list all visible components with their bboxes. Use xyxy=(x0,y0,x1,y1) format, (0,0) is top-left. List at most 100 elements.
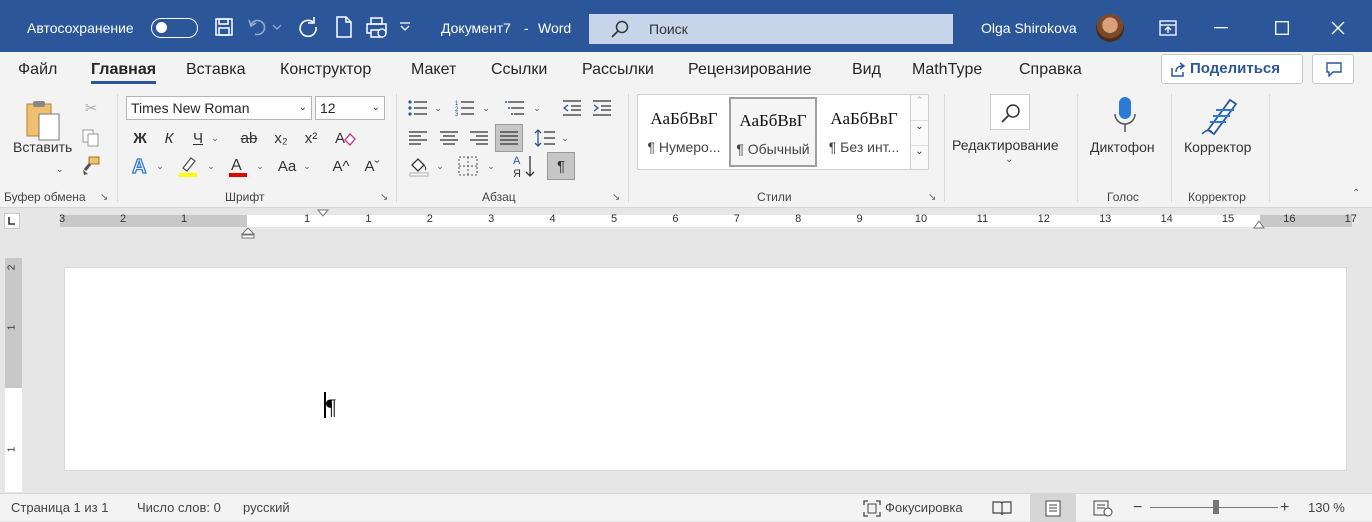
maximize-icon[interactable] xyxy=(1267,14,1297,42)
styles-more-icon[interactable]: ⌄ xyxy=(911,145,928,169)
sort-icon[interactable]: АЯ xyxy=(510,152,538,180)
bullets-icon[interactable] xyxy=(406,96,430,120)
text-effects-dropdown-icon[interactable]: ⌄ xyxy=(153,154,165,178)
multilevel-dropdown-icon[interactable]: ⌄ xyxy=(530,96,542,120)
tab-design[interactable]: Конструктор xyxy=(280,52,371,88)
align-center-icon[interactable] xyxy=(437,126,461,150)
word-count[interactable]: Число слов: 0 xyxy=(137,494,221,522)
line-spacing-icon[interactable] xyxy=(533,126,557,150)
print-layout-button[interactable] xyxy=(1030,494,1076,522)
show-formatting-button[interactable]: ¶ xyxy=(547,152,575,180)
shading-dropdown-icon[interactable]: ⌄ xyxy=(433,154,445,178)
comments-button[interactable] xyxy=(1312,54,1354,84)
undo-icon[interactable] xyxy=(247,16,269,38)
strikethrough-button[interactable]: ab xyxy=(237,126,261,150)
shrink-font-button[interactable]: Aˇ xyxy=(360,154,384,178)
tab-view[interactable]: Вид xyxy=(852,52,881,88)
italic-button[interactable]: К xyxy=(158,126,180,150)
redo-icon[interactable] xyxy=(297,16,319,38)
language-status[interactable]: русский xyxy=(243,494,290,522)
underline-dropdown-icon[interactable]: ⌄ xyxy=(208,126,220,150)
justify-icon[interactable] xyxy=(495,124,523,152)
read-mode-icon[interactable] xyxy=(992,500,1012,516)
underline-button[interactable]: Ч xyxy=(187,126,209,150)
vertical-scrollbar[interactable] xyxy=(1362,238,1372,493)
minimize-icon[interactable] xyxy=(1206,14,1236,42)
styles-launcher-icon[interactable]: ↘ xyxy=(928,192,936,203)
align-left-icon[interactable] xyxy=(406,126,430,150)
font-color-icon[interactable]: A xyxy=(225,154,251,178)
style-normal[interactable]: АаБбВвГ ¶ Обычный xyxy=(729,97,817,167)
subscript-button[interactable]: x₂ xyxy=(270,126,292,150)
tab-mailings[interactable]: Рассылки xyxy=(582,52,654,88)
clear-formatting-icon[interactable]: A xyxy=(333,126,357,150)
increase-indent-icon[interactable] xyxy=(590,96,614,120)
document-page[interactable]: ¶ xyxy=(64,267,1347,471)
numbering-icon[interactable]: 123 xyxy=(453,96,477,120)
paste-dropdown-icon[interactable]: ⌄ xyxy=(56,164,64,175)
avatar[interactable] xyxy=(1096,14,1124,42)
editor-label[interactable]: Корректор xyxy=(1184,139,1251,155)
indent-marker-icon[interactable] xyxy=(240,209,256,239)
copy-icon[interactable] xyxy=(80,126,102,150)
editing-label[interactable]: Редактирование xyxy=(952,137,1059,153)
format-painter-icon[interactable] xyxy=(80,154,102,178)
tab-insert[interactable]: Вставка xyxy=(186,52,245,88)
focus-icon[interactable] xyxy=(863,500,881,517)
zoom-out-icon[interactable]: − xyxy=(1133,494,1142,522)
font-launcher-icon[interactable]: ↘ xyxy=(380,192,388,203)
borders-dropdown-icon[interactable]: ⌄ xyxy=(484,154,496,178)
zoom-level[interactable]: 130 % xyxy=(1308,494,1345,522)
customize-toolbar-icon[interactable] xyxy=(398,16,412,38)
highlight-icon[interactable] xyxy=(175,154,201,178)
page-count[interactable]: Страница 1 из 1 xyxy=(11,494,108,522)
collapse-ribbon-icon[interactable]: ⌃ xyxy=(1352,188,1360,199)
style-numbered[interactable]: АаБбВвГ ¶ Нумеро... xyxy=(640,97,728,167)
dictate-label[interactable]: Диктофон xyxy=(1090,139,1155,155)
first-line-indent-icon[interactable] xyxy=(317,209,329,219)
autosave-toggle[interactable] xyxy=(151,18,198,38)
grow-font-button[interactable]: A^ xyxy=(329,154,353,178)
tab-references[interactable]: Ссылки xyxy=(491,52,547,88)
cut-icon[interactable]: ✂ xyxy=(80,96,102,120)
new-document-icon[interactable] xyxy=(333,16,355,38)
decrease-indent-icon[interactable] xyxy=(560,96,584,120)
tab-help[interactable]: Справка xyxy=(1019,52,1082,88)
clipboard-launcher-icon[interactable]: ↘ xyxy=(100,192,108,203)
bold-button[interactable]: Ж xyxy=(129,126,151,150)
share-button[interactable]: Поделиться xyxy=(1161,54,1303,84)
highlight-dropdown-icon[interactable]: ⌄ xyxy=(204,154,216,178)
user-name[interactable]: Olga Shirokova xyxy=(981,0,1077,52)
close-icon[interactable] xyxy=(1323,14,1353,42)
line-spacing-dropdown-icon[interactable]: ⌄ xyxy=(558,126,570,150)
print-preview-icon[interactable] xyxy=(366,16,388,38)
font-name-combo[interactable]: Times New Roman ⌄ xyxy=(126,96,312,120)
multilevel-list-icon[interactable] xyxy=(503,96,527,120)
tab-home[interactable]: Главная xyxy=(91,52,157,88)
paragraph-launcher-icon[interactable]: ↘ xyxy=(612,192,620,203)
web-layout-icon[interactable] xyxy=(1093,500,1113,517)
superscript-button[interactable]: x² xyxy=(300,126,322,150)
right-indent-icon[interactable] xyxy=(1253,220,1265,230)
zoom-slider-thumb[interactable] xyxy=(1213,500,1219,514)
bullets-dropdown-icon[interactable]: ⌄ xyxy=(431,96,443,120)
numbering-dropdown-icon[interactable]: ⌄ xyxy=(479,96,491,120)
undo-dropdown-icon[interactable] xyxy=(271,16,283,38)
editor-icon[interactable] xyxy=(1200,96,1244,136)
focus-label[interactable]: Фокусировка xyxy=(885,494,963,522)
font-color-dropdown-icon[interactable]: ⌄ xyxy=(253,154,265,178)
tab-mathtype[interactable]: MathType xyxy=(912,52,982,88)
align-right-icon[interactable] xyxy=(467,126,491,150)
tab-layout[interactable]: Макет xyxy=(411,52,456,88)
change-case-dropdown-icon[interactable]: ⌄ xyxy=(300,154,312,178)
find-icon[interactable] xyxy=(990,94,1030,130)
microphone-icon[interactable] xyxy=(1113,96,1137,136)
tab-selector-icon[interactable] xyxy=(4,213,20,229)
paste-icon[interactable] xyxy=(23,98,65,142)
zoom-in-icon[interactable]: + xyxy=(1280,494,1289,522)
save-icon[interactable] xyxy=(213,16,235,38)
ribbon-display-options-icon[interactable] xyxy=(1153,14,1183,42)
editing-dropdown-icon[interactable]: ⌄ xyxy=(1005,154,1013,165)
styles-up-icon[interactable]: ⌃ xyxy=(911,95,928,120)
tab-review[interactable]: Рецензирование xyxy=(688,52,812,88)
